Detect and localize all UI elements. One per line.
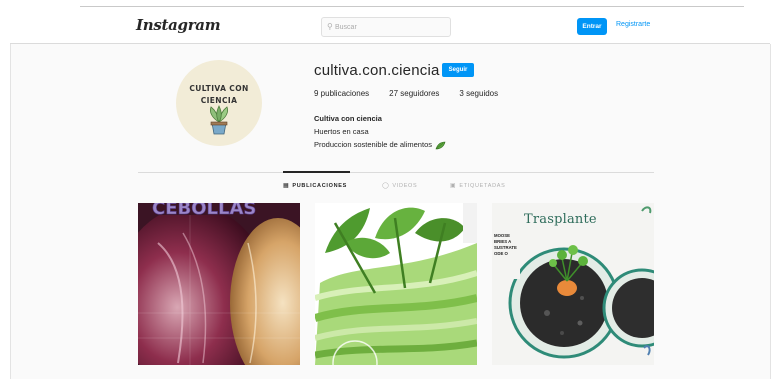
onions-photo: CEBOLLAS	[138, 203, 300, 365]
post-transplant-title: Trasplante	[524, 212, 597, 227]
bio-line-2-text: Produccion sostenible de alimentos	[314, 140, 432, 149]
tab-publicaciones[interactable]: ▦ PUBLICACIONES	[283, 182, 347, 189]
post-transplant[interactable]: Trasplante MOOSE BRIES A SUSTRATE ODE O	[492, 203, 654, 365]
post-onions-overlay-text: CEBOLLAS	[152, 203, 256, 219]
bio-line-2: Produccion sostenible de alimentos	[314, 138, 446, 151]
profile-tabs: ▦ PUBLICACIONES ◯ VIDEOS ▣ ETIQUETADAS	[138, 182, 654, 194]
potted-plant-icon	[210, 105, 228, 135]
search-box[interactable]: ⚲	[321, 17, 451, 37]
frame-right-edge	[770, 44, 771, 379]
login-button[interactable]: Entrar	[577, 18, 607, 35]
active-tab-indicator	[283, 171, 350, 173]
signup-link[interactable]: Registrarte	[616, 21, 650, 28]
followers-count[interactable]: 27 seguidores	[389, 89, 439, 98]
search-input[interactable]	[335, 20, 445, 34]
instagram-logo[interactable]: Instagram	[136, 16, 221, 34]
posts-grid: CEBOLLAS Trasplante MOOSE BRIES A SUSTRA…	[138, 203, 654, 365]
profile-avatar[interactable]: CULTIVA CON CIENCIA	[176, 60, 262, 146]
bio-full-name: Cultiva con ciencia	[314, 114, 382, 123]
tab-publicaciones-label: PUBLICACIONES	[292, 183, 348, 189]
celery-photo	[315, 203, 477, 365]
profile-username: cultiva.con.ciencia	[314, 62, 440, 79]
tag-icon: ▣	[450, 183, 457, 189]
tab-etiquetadas-label: ETIQUETADAS	[459, 183, 506, 189]
post-celery[interactable]	[315, 203, 477, 365]
top-navigation-bar: Instagram ⚲ Entrar Registrarte	[10, 10, 770, 44]
tabs-divider	[138, 172, 654, 173]
post-transplant-side-text: MOOSE BRIES A SUSTRATE ODE O	[494, 233, 517, 256]
leafy-green-icon	[435, 141, 446, 149]
follow-button[interactable]: Seguir	[442, 63, 474, 77]
bio-line-1: Huertos en casa	[314, 127, 369, 136]
posts-count: 9 publicaciones	[314, 89, 370, 98]
search-icon: ⚲	[327, 22, 333, 31]
profile-bio: Cultiva con ciencia Huertos en casa Prod…	[314, 112, 446, 151]
tab-etiquetadas[interactable]: ▣ ETIQUETADAS	[450, 182, 505, 189]
browser-frame-line	[80, 6, 744, 7]
profile-stats: 9 publicaciones 27 seguidores 3 seguidos	[314, 89, 518, 98]
tab-videos-label: VIDEOS	[392, 183, 418, 189]
frame-left-edge	[10, 44, 11, 379]
following-count[interactable]: 3 seguidos	[459, 89, 498, 98]
video-icon: ◯	[382, 183, 390, 189]
avatar-text-line1: CULTIVA CON	[189, 84, 249, 93]
grid-icon: ▦	[283, 183, 290, 189]
tab-videos[interactable]: ◯ VIDEOS	[382, 182, 417, 189]
post-onions[interactable]: CEBOLLAS	[138, 203, 300, 365]
transplant-photo	[492, 203, 654, 365]
